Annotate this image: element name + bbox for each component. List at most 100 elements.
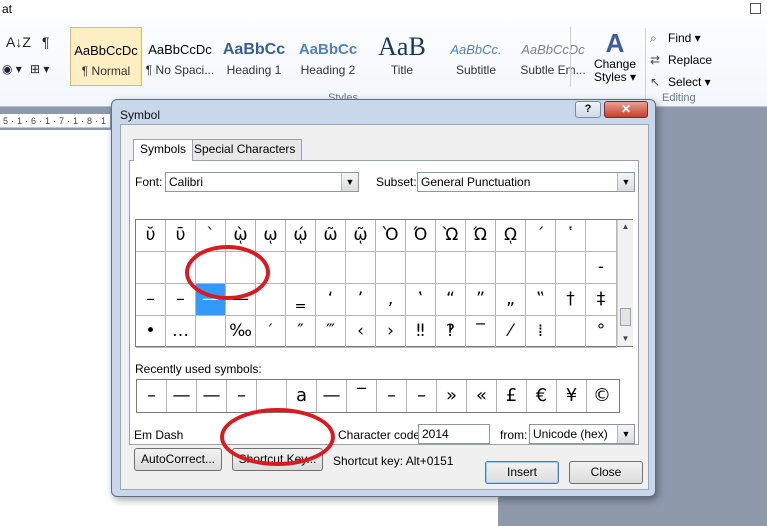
symbol-cell[interactable] bbox=[346, 252, 376, 284]
symbol-cell[interactable]: ‛ bbox=[406, 284, 436, 316]
gallery-scrollbar[interactable] bbox=[570, 27, 584, 87]
symbol-cell[interactable] bbox=[526, 252, 556, 284]
symbol-cell[interactable] bbox=[376, 252, 406, 284]
symbol-cell[interactable]: ῾ bbox=[556, 220, 586, 252]
symbol-cell[interactable]: › bbox=[376, 316, 406, 348]
symbol-cell[interactable] bbox=[556, 252, 586, 284]
recent-symbol-cell[interactable]: © bbox=[587, 380, 617, 412]
close-icon[interactable]: ✕ bbox=[604, 101, 648, 118]
font-select[interactable]: Calibri ▼ bbox=[165, 172, 359, 192]
style-no-spacing[interactable]: AaBbCcDc ¶ No Spaci... bbox=[144, 27, 216, 86]
shading-icon[interactable]: ◉ ▾ bbox=[2, 62, 22, 76]
symbol-cell[interactable]: ‘ bbox=[316, 284, 346, 316]
recent-symbol-cell[interactable]: — bbox=[197, 380, 227, 412]
symbol-cell[interactable]: - bbox=[586, 252, 617, 284]
symbol-cell[interactable]: ῴ bbox=[286, 220, 316, 252]
symbol-cell[interactable]: ῼ bbox=[496, 220, 526, 252]
symbol-cell[interactable]: ‴ bbox=[316, 316, 346, 348]
scroll-down-icon[interactable]: ▼ bbox=[618, 332, 633, 346]
recent-symbol-cell[interactable] bbox=[257, 380, 287, 412]
recent-symbol-cell[interactable]: – bbox=[407, 380, 437, 412]
change-styles-button[interactable]: A Change Styles ▾ bbox=[590, 28, 640, 88]
select-button[interactable]: ↖ Select ▾ bbox=[650, 71, 750, 93]
symbol-cell[interactable]: ° bbox=[586, 316, 617, 348]
tab-special-characters[interactable]: Special Characters bbox=[187, 139, 303, 160]
symbol-cell[interactable]: ‼ bbox=[406, 316, 436, 348]
from-select[interactable]: Unicode (hex) ▼ bbox=[529, 424, 635, 444]
symbol-cell[interactable]: ” bbox=[466, 284, 496, 316]
symbol-cell[interactable]: ` bbox=[196, 220, 226, 252]
symbol-cell[interactable]: ⁄ bbox=[496, 316, 526, 348]
recent-symbol-cell[interactable]: € bbox=[527, 380, 557, 412]
symbol-cell[interactable] bbox=[196, 316, 226, 348]
window-restore-icon[interactable] bbox=[750, 3, 761, 14]
autocorrect-button[interactable]: AutoCorrect... bbox=[134, 448, 222, 471]
symbol-cell[interactable]: – bbox=[166, 284, 196, 316]
recent-symbol-cell[interactable]: — bbox=[167, 380, 197, 412]
borders-icon[interactable]: ⊞ ▾ bbox=[30, 62, 49, 76]
symbol-cell[interactable]: • bbox=[136, 316, 166, 348]
symbol-cell[interactable]: ῲ bbox=[226, 220, 256, 252]
help-button[interactable]: ? bbox=[575, 101, 601, 118]
style-subtitle[interactable]: AaBbCc. Subtitle bbox=[440, 27, 512, 86]
style-heading-1[interactable]: AaBbCc Heading 1 bbox=[218, 27, 290, 86]
symbol-cell[interactable] bbox=[196, 252, 226, 284]
symbol-cell[interactable]: „ bbox=[496, 284, 526, 316]
symbol-cell[interactable] bbox=[466, 252, 496, 284]
pilcrow-icon[interactable]: ¶ bbox=[42, 34, 50, 50]
symbol-cell[interactable] bbox=[256, 252, 286, 284]
symbol-cell[interactable]: Ό bbox=[406, 220, 436, 252]
symbol-cell[interactable]: † bbox=[556, 284, 586, 316]
symbol-cell[interactable]: ‽ bbox=[436, 316, 466, 348]
recent-symbol-cell[interactable]: – bbox=[227, 380, 257, 412]
replace-button[interactable]: ⇄ Replace bbox=[650, 49, 750, 71]
recent-symbol-cell[interactable]: « bbox=[467, 380, 497, 412]
symbol-cell[interactable]: ‚ bbox=[376, 284, 406, 316]
symbol-cell[interactable]: ῶ bbox=[316, 220, 346, 252]
symbol-cell[interactable]: — bbox=[226, 284, 256, 316]
recent-symbol-cell[interactable]: » bbox=[437, 380, 467, 412]
symbol-cell[interactable] bbox=[256, 284, 286, 316]
symbol-cell[interactable]: ῳ bbox=[256, 220, 286, 252]
recent-symbol-cell[interactable]: – bbox=[137, 380, 167, 412]
symbol-cell[interactable]: Ώ bbox=[466, 220, 496, 252]
symbol-cell[interactable] bbox=[316, 252, 346, 284]
symbol-cell[interactable]: ‰ bbox=[226, 316, 256, 348]
symbol-cell[interactable]: “ bbox=[436, 284, 466, 316]
symbol-cell[interactable]: ‗ bbox=[286, 284, 316, 316]
symbol-cell[interactable] bbox=[586, 220, 617, 252]
recent-symbol-cell[interactable]: a bbox=[287, 380, 317, 412]
symbol-cell[interactable]: ‹ bbox=[346, 316, 376, 348]
symbol-cell[interactable] bbox=[496, 252, 526, 284]
style-title[interactable]: AaB Title bbox=[366, 27, 438, 86]
character-code-input[interactable]: 2014 bbox=[418, 424, 490, 444]
symbol-cell[interactable]: ‟ bbox=[526, 284, 556, 316]
symbol-cell[interactable] bbox=[286, 252, 316, 284]
symbol-cell[interactable]: Ὼ bbox=[436, 220, 466, 252]
recent-symbol-cell[interactable]: – bbox=[377, 380, 407, 412]
symbol-cell[interactable]: ″ bbox=[286, 316, 316, 348]
symbol-cell[interactable] bbox=[166, 252, 196, 284]
symbol-cell[interactable]: – bbox=[136, 284, 166, 316]
find-button[interactable]: ⌕ Find ▾ bbox=[650, 27, 750, 49]
sort-icon[interactable]: A↓Z bbox=[6, 34, 31, 50]
symbol-cell[interactable]: — bbox=[196, 284, 226, 316]
symbol-cell[interactable]: ⁞ bbox=[526, 316, 556, 348]
symbol-cell[interactable] bbox=[136, 252, 166, 284]
symbol-cell[interactable]: ῠ bbox=[136, 220, 166, 252]
symbol-cell[interactable]: ῡ bbox=[166, 220, 196, 252]
symbol-cell[interactable]: ’ bbox=[346, 284, 376, 316]
symbol-cell[interactable] bbox=[556, 316, 586, 348]
recent-symbol-cell[interactable]: ¥ bbox=[557, 380, 587, 412]
symbol-cell[interactable] bbox=[226, 252, 256, 284]
symbol-cell[interactable] bbox=[406, 252, 436, 284]
style-heading-2[interactable]: AaBbCc Heading 2 bbox=[292, 27, 364, 86]
style-normal[interactable]: AaBbCcDc ¶ Normal bbox=[70, 27, 142, 86]
scroll-up-icon[interactable]: ▲ bbox=[618, 220, 633, 234]
grid-scrollbar[interactable]: ▲ ▼ bbox=[617, 220, 633, 346]
recent-symbol-cell[interactable]: £ bbox=[497, 380, 527, 412]
subset-select[interactable]: General Punctuation ▼ bbox=[417, 172, 635, 192]
shortcut-key-button[interactable]: Shortcut Key... bbox=[232, 448, 323, 471]
symbol-cell[interactable]: ῷ bbox=[346, 220, 376, 252]
tab-symbols[interactable]: Symbols bbox=[133, 139, 194, 161]
